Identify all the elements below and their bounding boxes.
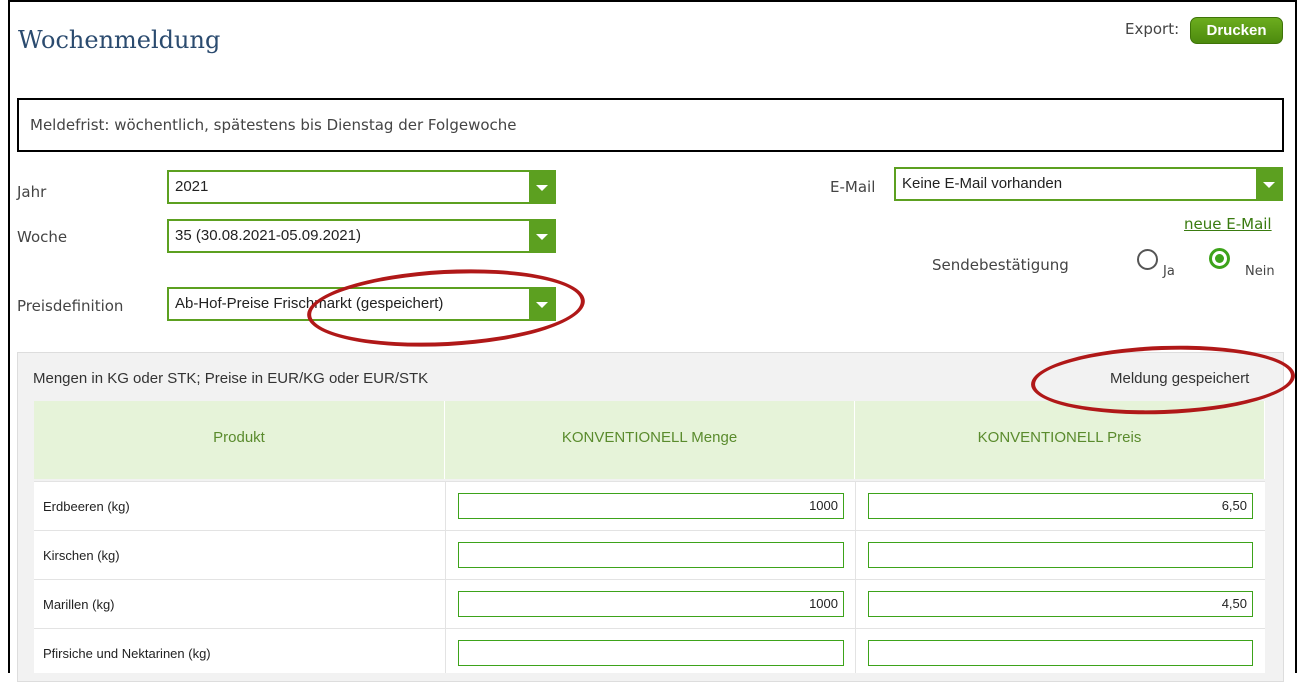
- column-divider: [445, 531, 446, 579]
- email-select-value: Keine E-Mail vorhanden: [902, 175, 1063, 192]
- radio-no-label: Nein: [1245, 264, 1275, 279]
- new-email-link[interactable]: neue E-Mail: [1184, 215, 1272, 233]
- price-input[interactable]: [868, 640, 1253, 666]
- product-name: Erdbeeren (kg): [43, 499, 130, 514]
- chevron-down-icon: [529, 221, 554, 251]
- week-select[interactable]: 35 (30.08.2021-05.09.2021): [167, 219, 556, 253]
- chevron-down-icon: [1256, 169, 1281, 199]
- price-input[interactable]: [868, 542, 1253, 568]
- column-divider: [855, 482, 856, 530]
- week-label: Woche: [17, 228, 68, 246]
- radio-yes[interactable]: [1137, 249, 1158, 270]
- radio-no[interactable]: [1209, 248, 1230, 269]
- table-row: Marillen (kg) 1000 4,50: [34, 579, 1265, 628]
- product-name: Marillen (kg): [43, 597, 115, 612]
- chevron-down-icon: [529, 172, 554, 202]
- quantity-input[interactable]: [458, 542, 844, 568]
- year-select-value: 2021: [175, 178, 209, 195]
- price-input[interactable]: 6,50: [868, 493, 1253, 519]
- week-select-value: 35 (30.08.2021-05.09.2021): [175, 227, 361, 244]
- email-select[interactable]: Keine E-Mail vorhanden: [894, 167, 1283, 201]
- send-confirmation-label: Sendebestätigung: [932, 256, 1069, 274]
- print-button[interactable]: Drucken: [1190, 17, 1283, 44]
- email-label: E-Mail: [830, 178, 876, 196]
- year-select[interactable]: 2021: [167, 170, 556, 204]
- column-divider: [445, 482, 446, 530]
- column-header-quantity: KONVENTIONELL Menge: [445, 401, 855, 479]
- column-divider: [445, 629, 446, 673]
- units-note: Mengen in KG oder STK; Preise in EUR/KG …: [33, 370, 429, 387]
- quantity-input[interactable]: 1000: [458, 591, 844, 617]
- quantity-input[interactable]: 1000: [458, 493, 844, 519]
- product-name: Pfirsiche und Nektarinen (kg): [43, 646, 211, 661]
- column-divider: [855, 629, 856, 673]
- column-divider: [445, 580, 446, 628]
- column-divider: [855, 531, 856, 579]
- quantity-input[interactable]: [458, 640, 844, 666]
- column-divider: [855, 580, 856, 628]
- deadline-notice: Meldefrist: wöchentlich, spätestens bis …: [17, 98, 1284, 152]
- radio-yes-label: Ja: [1163, 264, 1175, 279]
- table-row: Kirschen (kg): [34, 530, 1265, 579]
- table-row: Erdbeeren (kg) 1000 6,50: [34, 481, 1265, 530]
- table-row: Pfirsiche und Nektarinen (kg): [34, 628, 1265, 673]
- column-header-product: Produkt: [34, 401, 445, 479]
- product-name: Kirschen (kg): [43, 548, 120, 563]
- page-title: Wochenmeldung: [18, 26, 221, 54]
- price-definition-label: Preisdefinition: [17, 297, 124, 315]
- price-input[interactable]: 4,50: [868, 591, 1253, 617]
- year-label: Jahr: [17, 183, 47, 201]
- export-label: Export:: [1125, 20, 1180, 38]
- column-header-price: KONVENTIONELL Preis: [855, 401, 1265, 479]
